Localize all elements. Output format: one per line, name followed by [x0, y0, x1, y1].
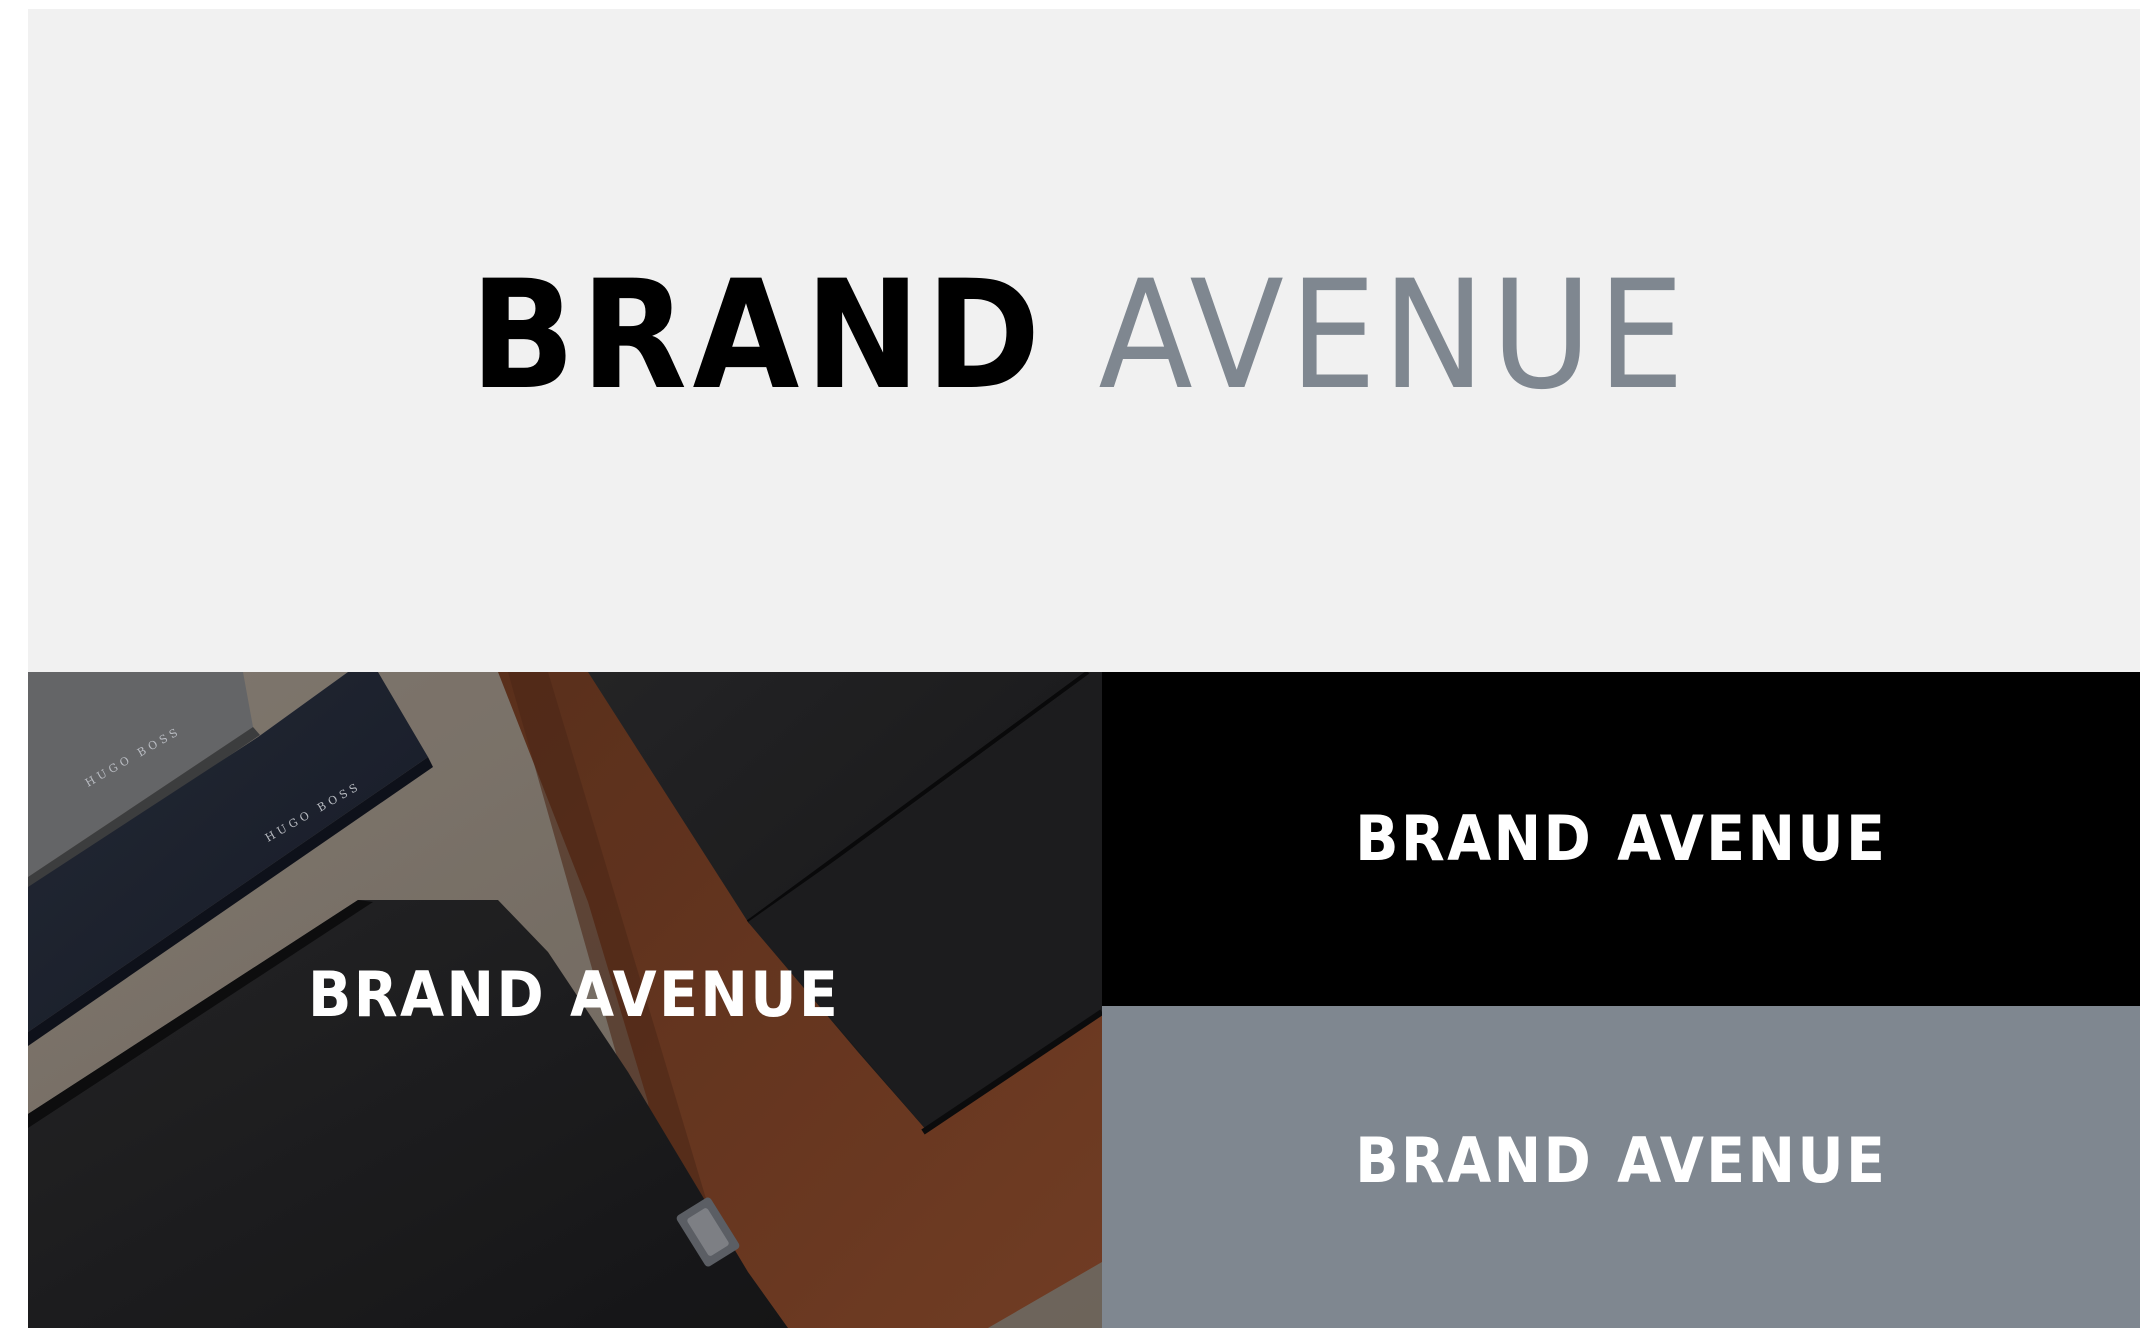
- logo-word-brand: BRAND: [1354, 802, 1593, 875]
- hero-logo: BRAND AVENUE: [28, 9, 2140, 672]
- logo-wordmark: BRAND AVENUE: [1355, 808, 1887, 870]
- logo-wordmark: BRAND AVENUE: [308, 964, 838, 1026]
- notebooks-photo-panel: HUGO BOSS HUGO BOSS BRAND AVENUE: [28, 672, 1102, 1328]
- logo-wordmark: BRAND AVENUE: [470, 261, 1690, 411]
- black-logo-panel: BRAND AVENUE: [1102, 672, 2140, 1006]
- logo-word-avenue: AVENUE: [569, 958, 841, 1031]
- logo-word-brand: BRAND: [469, 248, 1046, 423]
- hero-banner: BRAND AVENUE: [28, 9, 2140, 672]
- logo-word-avenue: AVENUE: [1098, 248, 1691, 423]
- brand-board: BRAND AVENUE HUGO BOSS HUGO BOSS BRAND A…: [0, 0, 2140, 1328]
- logo-word-avenue: AVENUE: [1616, 802, 1888, 875]
- logo-word-brand: BRAND: [308, 958, 547, 1031]
- logo-wordmark: BRAND AVENUE: [1355, 1130, 1887, 1192]
- logo-word-brand: BRAND: [1354, 1124, 1593, 1197]
- gray-logo-panel: BRAND AVENUE: [1102, 1006, 2140, 1328]
- logo-word-avenue: AVENUE: [1616, 1124, 1888, 1197]
- photo-logo: BRAND AVENUE: [308, 964, 838, 1026]
